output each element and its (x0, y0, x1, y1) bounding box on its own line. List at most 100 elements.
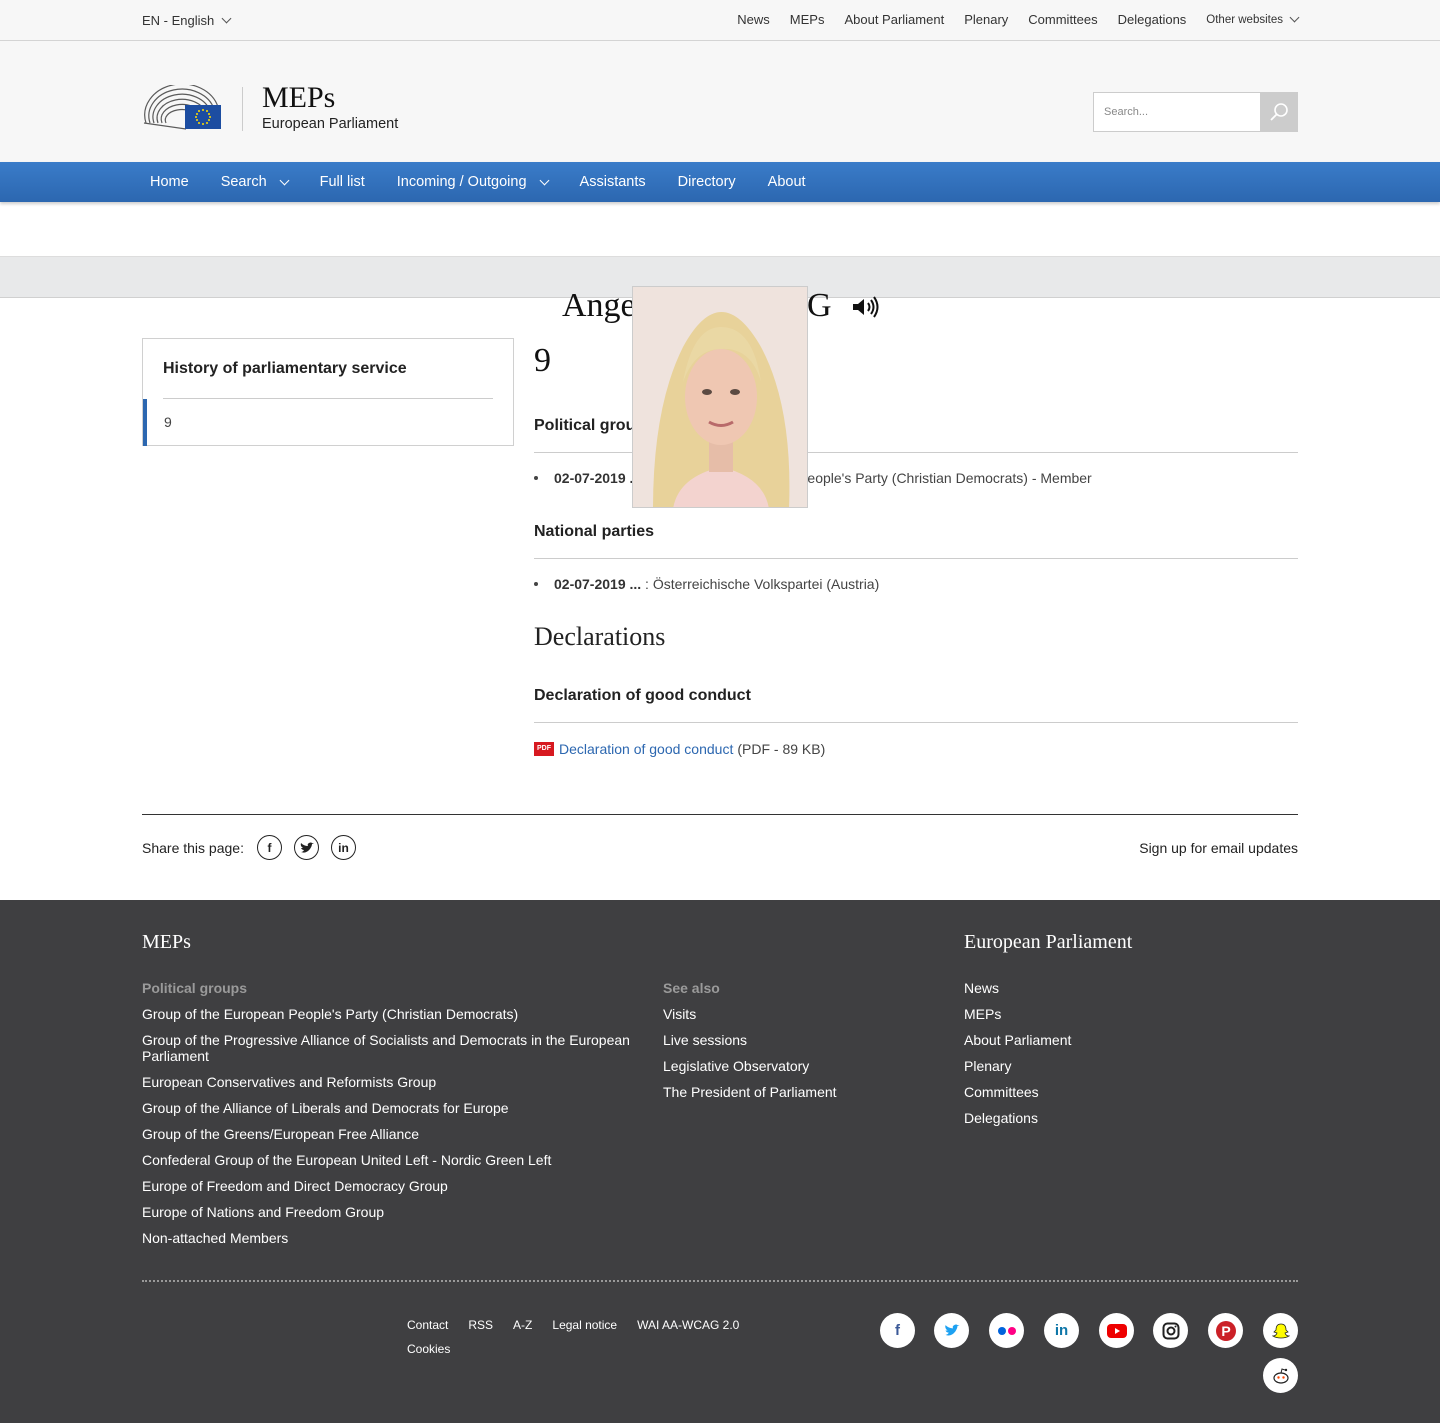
top-link-meps[interactable]: MEPs (790, 12, 825, 27)
national-party-text: : Österreichische Volkspartei (Austria) (641, 576, 880, 592)
footer-link[interactable]: Group of the European People's Party (Ch… (142, 1006, 642, 1022)
declarations-heading: Declarations (534, 622, 666, 651)
chevron-down-icon (279, 175, 290, 185)
footer-contact-link[interactable]: Contact (407, 1318, 448, 1332)
top-link-committees[interactable]: Committees (1028, 12, 1097, 27)
nav-incoming-outgoing-label: Incoming / Outgoing (396, 174, 527, 190)
twitter-icon[interactable] (934, 1313, 969, 1348)
pdf-download-row: PDF Declaration of good conduct (PDF - 8… (534, 741, 825, 757)
youtube-icon[interactable] (1099, 1313, 1134, 1348)
political-groups-heading: Political grou (534, 417, 636, 434)
reddit-icon[interactable] (1263, 1358, 1298, 1393)
bullet-icon (534, 476, 538, 480)
pinterest-icon[interactable]: P (1208, 1313, 1243, 1348)
linkedin-icon[interactable]: in (1044, 1313, 1079, 1348)
list-item: 02-07-2019 . eople's Party (Christian De… (534, 470, 1092, 486)
footer-link[interactable]: Group of the Greens/European Free Allian… (142, 1126, 642, 1142)
footer-link[interactable]: Delegations (964, 1110, 1264, 1126)
top-link-delegations[interactable]: Delegations (1118, 12, 1187, 27)
parliamentary-term: 9 (534, 342, 551, 379)
logo-separator (242, 87, 243, 131)
site-title[interactable]: MEPs (262, 81, 335, 115)
sidebar-item-term[interactable]: 9 (143, 399, 513, 446)
nav-incoming-outgoing[interactable]: Incoming / Outgoing (389, 174, 556, 190)
footer-link[interactable]: Group of the Progressive Alliance of Soc… (142, 1032, 642, 1064)
european-parliament-logo-icon[interactable] (142, 85, 222, 131)
footer-link[interactable]: Europe of Nations and Freedom Group (142, 1204, 642, 1220)
list-item: 02-07-2019 ... : Österreichische Volkspa… (534, 576, 879, 592)
footer-link[interactable]: Plenary (964, 1058, 1264, 1074)
flickr-dots-icon (997, 1326, 1016, 1335)
pdf-icon: PDF (534, 742, 554, 756)
good-conduct-pdf-link[interactable]: Declaration of good conduct (559, 741, 733, 757)
history-sidebar: History of parliamentary service 9 (142, 338, 514, 446)
nav-home[interactable]: Home (142, 174, 197, 190)
footer-bottom-links: Contact RSS A-Z Legal notice WAI AA-WCAG… (407, 1318, 787, 1356)
footer-link[interactable]: News (964, 980, 1264, 996)
footer-link[interactable]: Europe of Freedom and Direct Democracy G… (142, 1178, 642, 1194)
footer-wai-link[interactable]: WAI AA-WCAG 2.0 (637, 1318, 739, 1332)
good-conduct-heading: Declaration of good conduct (534, 687, 751, 704)
search-input[interactable]: Search... (1093, 92, 1261, 132)
site-footer: MEPs European Parliament Political group… (0, 900, 1440, 1423)
site-subtitle: European Parliament (262, 116, 399, 132)
sidebar-title: History of parliamentary service (163, 360, 407, 377)
facebook-icon[interactable]: f (880, 1313, 915, 1348)
nav-about[interactable]: About (760, 174, 814, 190)
instagram-camera-icon (1162, 1322, 1179, 1339)
search-button[interactable] (1260, 92, 1298, 132)
twitter-bird-icon (944, 1324, 960, 1336)
political-group-date: 02-07-2019 . (554, 470, 634, 486)
flickr-icon[interactable] (989, 1313, 1024, 1348)
footer-link[interactable]: Confederal Group of the European United … (142, 1152, 642, 1168)
footer-ep-list: News MEPs About Parliament Plenary Commi… (964, 980, 1264, 1136)
top-link-plenary[interactable]: Plenary (964, 12, 1008, 27)
share-linkedin-icon[interactable]: in (331, 835, 356, 860)
top-link-about-parliament[interactable]: About Parliament (844, 12, 944, 27)
footer-link[interactable]: Committees (964, 1084, 1264, 1100)
other-websites-dropdown[interactable]: Other websites (1206, 12, 1300, 26)
chevron-down-icon (221, 13, 232, 24)
footer-cookies-link[interactable]: Cookies (407, 1342, 450, 1356)
footer-link[interactable]: Live sessions (663, 1032, 923, 1048)
footer-ep-heading: European Parliament (964, 931, 1133, 953)
reddit-alien-icon (1272, 1367, 1289, 1384)
chevron-down-icon (539, 175, 549, 185)
footer-link[interactable]: Non-attached Members (142, 1230, 642, 1246)
footer-rss-link[interactable]: RSS (468, 1318, 493, 1332)
footer-political-groups-label: Political groups (142, 980, 248, 996)
footer-link[interactable]: The President of Parliament (663, 1084, 923, 1100)
footer-link[interactable]: About Parliament (964, 1032, 1264, 1048)
language-label: EN - English (142, 13, 215, 28)
footer-link[interactable]: European Conservatives and Reformists Gr… (142, 1074, 642, 1090)
national-party-date: 02-07-2019 ... (554, 576, 642, 592)
speaker-icon[interactable] (851, 296, 881, 318)
nav-search[interactable]: Search (213, 174, 296, 190)
footer-see-also-list: Visits Live sessions Legislative Observa… (663, 1006, 923, 1110)
footer-link[interactable]: Visits (663, 1006, 923, 1022)
political-group-text: eople's Party (Christian Democrats) - Me… (807, 470, 1092, 486)
share-divider (142, 814, 1298, 815)
email-signup-link[interactable]: Sign up for email updates (1139, 840, 1298, 856)
divider (534, 558, 1298, 559)
site-header: MEPs European Parliament Search... (0, 41, 1440, 162)
footer-link[interactable]: Legislative Observatory (663, 1058, 923, 1074)
footer-political-groups-list: Group of the European People's Party (Ch… (142, 1006, 642, 1256)
nav-directory[interactable]: Directory (670, 174, 744, 190)
nav-assistants[interactable]: Assistants (572, 174, 654, 190)
footer-az-link[interactable]: A-Z (513, 1318, 532, 1332)
share-twitter-icon[interactable] (294, 835, 319, 860)
footer-meps-heading: MEPs (142, 931, 191, 953)
pinterest-p-icon: P (1215, 1320, 1236, 1341)
footer-link[interactable]: MEPs (964, 1006, 1264, 1022)
language-selector[interactable]: EN - English (142, 13, 232, 28)
footer-legal-notice-link[interactable]: Legal notice (552, 1318, 617, 1332)
twitter-bird-icon (300, 842, 314, 853)
nav-full-list[interactable]: Full list (312, 174, 373, 190)
share-facebook-icon[interactable]: f (257, 835, 282, 860)
top-utility-bar: EN - English News MEPs About Parliament … (0, 0, 1440, 41)
instagram-icon[interactable] (1153, 1313, 1188, 1348)
snapchat-icon[interactable] (1263, 1313, 1298, 1348)
footer-link[interactable]: Group of the Alliance of Liberals and De… (142, 1100, 642, 1116)
top-link-news[interactable]: News (737, 12, 770, 27)
